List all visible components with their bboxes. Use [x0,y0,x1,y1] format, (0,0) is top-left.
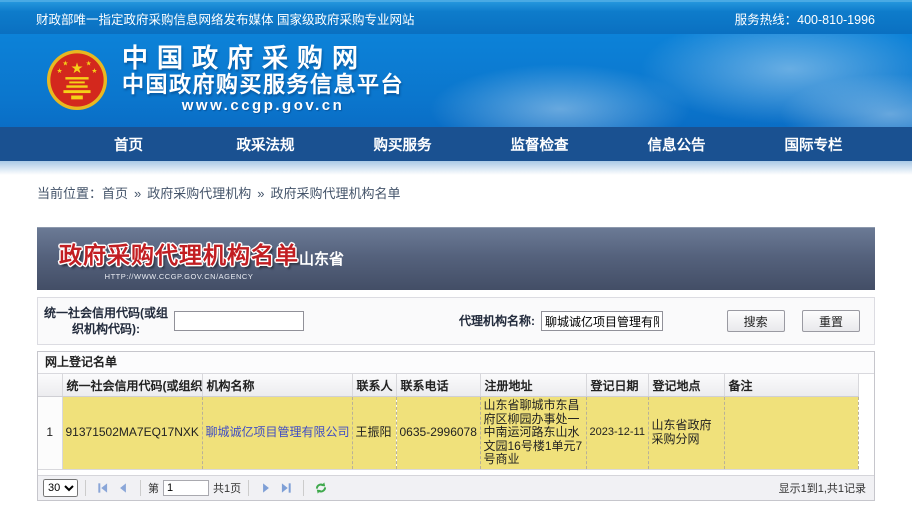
credit-code-input[interactable] [174,311,304,331]
breadcrumb-label: 当前位置： [37,186,102,201]
cell-contact: 王振阳 [352,397,396,470]
pager-divider [303,480,304,496]
svg-text:★: ★ [70,61,83,77]
cloud-decoration [640,34,912,124]
breadcrumb-agency[interactable]: 政府采购代理机构 [147,186,251,201]
agency-name-link[interactable]: 聊城诚亿项目管理有限公司 [206,425,350,439]
nav-fade-strip [0,161,912,175]
site-slogan: 财政部唯一指定政府采购信息网络发布媒体 国家级政府采购专业网站 [36,9,414,28]
col-address: 注册地址 [480,374,586,397]
agency-name-input[interactable] [541,311,663,331]
cell-address: 山东省聊城市东昌府区柳园办事处一中南运河路东山水文园16号楼1单元7号商业 [480,397,586,470]
col-reg-place: 登记地点 [648,374,724,397]
breadcrumb-home[interactable]: 首页 [102,186,128,201]
agency-name-label: 代理机构名称: [459,313,535,329]
site-header: ★ ★ ★ ★ ★ 中国政府采购网 中国政府购买服务信息平台 www.ccgp.… [0,34,912,127]
pager-divider [248,480,249,496]
cloud-decoration [780,74,912,127]
top-bar: 财政部唯一指定政府采购信息网络发布媒体 国家级政府采购专业网站 服务热线：400… [0,0,912,34]
site-url: www.ccgp.gov.cn [122,97,404,115]
page-suffix: 共1页 [213,480,241,496]
cell-rownum: 1 [38,397,62,470]
page-number-input[interactable] [163,480,209,496]
breadcrumb-separator: » [134,186,141,201]
svg-text:★: ★ [91,68,97,75]
site-title: 中国政府采购网 [122,44,404,72]
breadcrumb: 当前位置：首页 » 政府采购代理机构 » 政府采购代理机构名单 [37,183,912,202]
nav-item-international[interactable]: 国际专栏 [745,134,882,155]
credit-code-label: 统一社会信用代码(或组织机构代码): [40,305,172,337]
banner-title: 政府采购代理机构名单 [59,236,299,270]
last-page-icon[interactable] [279,481,293,495]
col-phone: 联系电话 [396,374,480,397]
nav-item-supervision[interactable]: 监督检查 [471,134,608,155]
nav-item-announcements[interactable]: 信息公告 [608,134,745,155]
page: 财政部唯一指定政府采购信息网络发布媒体 国家级政府采购专业网站 服务热线：400… [0,0,912,521]
pagination-bar: 30 第 共1页 [38,475,874,500]
cell-reg-place: 山东省政府采购分网 [648,397,724,470]
svg-text:★: ★ [57,68,63,75]
breadcrumb-current: 政府采购代理机构名单 [271,186,401,201]
breadcrumb-separator: » [257,186,264,201]
col-reg-date: 登记日期 [586,374,648,397]
main-nav: 首页 政采法规 购买服务 监督检查 信息公告 国际专栏 [0,127,912,161]
cell-agency-name: 聊城诚亿项目管理有限公司 [202,397,352,470]
cell-phone: 0635-2996078 [396,397,480,470]
col-contact: 联系人 [352,374,396,397]
reset-button[interactable]: 重置 [802,310,860,332]
page-size-select[interactable]: 30 [43,479,78,497]
agency-list-banner: 政府采购代理机构名单 HTTP://WWW.CCGP.GOV.CN/AGENCY… [37,227,875,290]
cell-credit-code: 91371502MA7EQ17NXK [62,397,202,470]
prev-page-icon[interactable] [116,481,130,495]
search-button[interactable]: 搜索 [727,310,785,332]
svg-text:★: ★ [86,60,92,67]
cell-note [724,397,858,470]
table-row: 1 91371502MA7EQ17NXK 聊城诚亿项目管理有限公司 王振阳 06… [38,397,858,470]
page-prefix: 第 [148,480,159,496]
records-summary: 显示1到1,共1记录 [779,480,866,496]
col-rownum [38,374,62,397]
col-note: 备注 [724,374,858,397]
col-agency-name: 机构名称 [202,374,352,397]
first-page-icon[interactable] [96,481,110,495]
nav-item-purchase-services[interactable]: 购买服务 [334,134,471,155]
service-hotline: 服务热线：400-810-1996 [735,9,875,28]
national-emblem-icon: ★ ★ ★ ★ ★ [46,49,108,111]
cell-reg-date: 2023-12-11 [586,397,648,470]
pager-divider [85,480,86,496]
nav-item-home[interactable]: 首页 [60,134,197,155]
svg-text:★: ★ [62,60,68,67]
table-header-row: 统一社会信用代码(或组织 机构名称 联系人 联系电话 注册地址 登记日期 登记地… [38,374,858,397]
results-panel: 网上登记名单 统一社会信用代码(或组织 机构名称 联系人 联系电话 注册地址 登… [37,351,875,501]
nav-item-regulations[interactable]: 政采法规 [197,134,334,155]
col-credit-code: 统一社会信用代码(或组织 [62,374,202,397]
refresh-icon[interactable] [314,481,328,495]
next-page-icon[interactable] [259,481,273,495]
search-panel: 统一社会信用代码(或组织机构代码): 代理机构名称: 搜索 重置 [37,297,875,345]
banner-url-caption: HTTP://WWW.CCGP.GOV.CN/AGENCY [59,272,299,281]
table-caption: 网上登记名单 [38,352,874,374]
cloud-decoration [430,64,690,127]
agency-table: 统一社会信用代码(或组织 机构名称 联系人 联系电话 注册地址 登记日期 登记地… [38,374,859,470]
site-subtitle: 中国政府购买服务信息平台 [122,72,404,97]
pager-divider [140,480,141,496]
banner-region: 山东省 [299,248,344,269]
